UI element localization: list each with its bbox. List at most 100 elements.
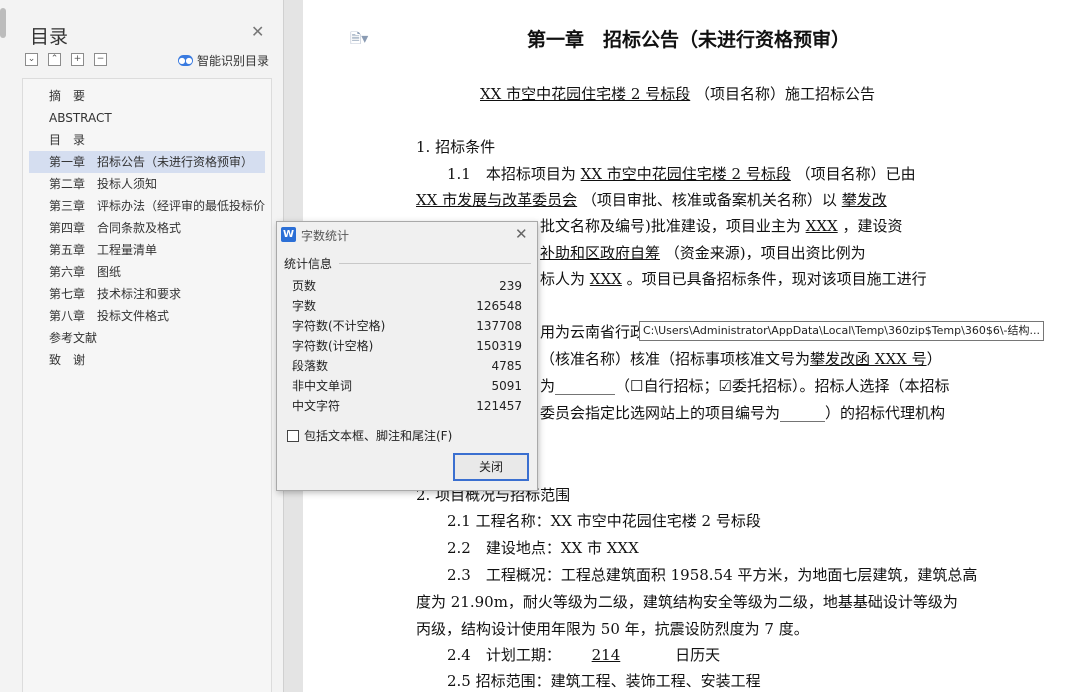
section-divider — [339, 263, 531, 264]
toc-item[interactable]: 第三章 评标办法（经评审的最低投标价法） — [29, 195, 265, 217]
paragraph-line: 2.5 招标范围：建筑工程、装饰工程、安装工程 — [447, 672, 761, 690]
text-run: （资金来源)，项目出资比例为 — [664, 244, 866, 262]
text-run: （项目名称）已由 — [795, 165, 916, 183]
paragraph-line: 2.3 工程概况：工程总建筑面积 1958.54 平方米，为地面七层建筑，建筑总… — [447, 566, 978, 584]
smart-toc-button[interactable]: ●● 智能识别目录 — [178, 52, 269, 69]
toc-item[interactable]: 第五章 工程量清单 — [29, 239, 265, 261]
smart-toc-label: 智能识别目录 — [197, 54, 270, 68]
outline-toolbar: ⌄ ⌃ + − — [25, 53, 107, 66]
paragraph-line: （核准名称）核准（招标事项核准文号为攀发改函 XXX 号） — [540, 348, 942, 369]
add-heading-icon[interactable]: + — [71, 53, 84, 66]
announcement-title-rest: （项目名称）施工招标公告 — [695, 85, 876, 103]
stat-row: 字符数(不计空格) 137708 — [292, 316, 522, 336]
dialog-titlebar[interactable]: W 字数统计 ✕ — [277, 222, 537, 248]
expand-icon[interactable]: ⌃ — [48, 53, 61, 66]
stat-value: 5091 — [491, 379, 522, 393]
include-textboxes-checkbox[interactable]: 包括文本框、脚注和尾注(F) — [287, 427, 452, 444]
stat-label: 字符数(计空格) — [292, 339, 374, 353]
paragraph-line: 用为云南省行政 — [540, 323, 646, 341]
tenderer-name: XXX — [589, 270, 622, 288]
chapter-title: 第一章 招标公告（未进行资格预审） — [527, 29, 851, 51]
stat-row: 中文字符 121457 — [292, 396, 522, 416]
close-icon[interactable]: ✕ — [515, 225, 528, 243]
approval-authority: XX 市发展与改革委员会 — [416, 191, 578, 209]
stat-label: 段落数 — [292, 359, 329, 373]
text-run: 1.1 本招标项目为 — [447, 165, 576, 183]
paragraph-line: 2.2 建设地点：XX 市 XXX — [447, 539, 639, 557]
project-name: XX 市空中花园住宅楼 2 号标段 — [580, 165, 791, 183]
text-run: （核准名称）核准（招标事项核准文号为 — [540, 350, 811, 368]
outline-pane: 目录 ✕ ⌄ ⌃ + − ●● 智能识别目录 摘 要 ABSTRACT 目 录 … — [0, 0, 283, 692]
stat-label: 字符数(不计空格) — [292, 319, 386, 333]
paragraph-line: 度为 21.90m，耐火等级为二级，建筑结构安全等级为二级，地基基础设计等级为 — [416, 593, 958, 611]
toc-item[interactable]: ABSTRACT — [29, 107, 265, 129]
toc-item[interactable]: 参考文献 — [29, 327, 265, 349]
text-run: 为________（ — [540, 377, 631, 395]
duration-days: 214 — [591, 646, 621, 664]
toc-item[interactable]: 第二章 投标人须知 — [29, 173, 265, 195]
owner-name: XXX — [805, 217, 838, 235]
outline-scroll-handle[interactable] — [0, 8, 6, 38]
paragraph-line: 批文名称及编号)批准建设，项目业主为 XXX ，建设资 — [540, 215, 902, 236]
paragraph-line: 标人为 XXX 。项目已具备招标条件，现对该项目施工进行 — [540, 268, 927, 289]
checkbox-box[interactable] — [287, 429, 299, 442]
approval-doc-number: 攀发改函 XXX 号 — [810, 350, 927, 368]
stat-label: 页数 — [292, 279, 317, 293]
paragraph-line: 补助和区政府自筹 （资金来源)，项目出资比例为 — [540, 242, 866, 263]
text-run: 批文名称及编号)批准建设，项目业主为 — [540, 217, 801, 235]
path-tooltip: C:\Users\Administrator\AppData\Local\Tem… — [639, 321, 1044, 341]
smart-toc-icon: ●● — [178, 55, 193, 66]
stat-value: 4785 — [491, 359, 522, 373]
close-icon[interactable]: ✕ — [251, 22, 264, 41]
dialog-title: 字数统计 — [301, 229, 350, 243]
outline-title: 目录 — [30, 26, 69, 48]
paragraph-line: 1.1 本招标项目为 XX 市空中花园住宅楼 2 号标段 （项目名称）已由 — [447, 163, 916, 184]
toc-item[interactable]: 致 谢 — [29, 349, 265, 371]
paragraph-line: 为________（☐自行招标；☑委托招标）。招标人选择（本招标 — [540, 375, 949, 396]
stat-label: 中文字符 — [292, 399, 341, 413]
stat-row: 非中文单词 5091 — [292, 376, 522, 396]
wps-writer-icon: W — [281, 227, 296, 242]
toc-item-selected[interactable]: 第一章 招标公告（未进行资格预审） — [29, 151, 265, 173]
toc-item[interactable]: 第八章 投标文件格式 — [29, 305, 265, 327]
stats-section-label: 统计信息 — [284, 257, 333, 271]
remove-heading-icon[interactable]: − — [94, 53, 107, 66]
toc-item[interactable]: 摘 要 — [29, 85, 265, 107]
checkbox-glyph: ☑ — [718, 377, 732, 395]
paragraph-line: XX 市发展与改革委员会 （项目审批、核准或备案机关名称）以 攀发改 — [416, 189, 887, 210]
paragraph-line: 2.4 计划工期： 214 日历天 — [447, 644, 720, 665]
checkbox-glyph: ☐ — [630, 377, 644, 395]
checkbox-label: 包括文本框、脚注和尾注(F) — [304, 429, 453, 443]
stat-value: 121457 — [476, 399, 522, 413]
toc-item[interactable]: 目 录 — [29, 129, 265, 151]
announcement-title: XX 市空中花园住宅楼 2 号标段 （项目名称）施工招标公告 — [480, 83, 875, 104]
toc-item[interactable]: 第七章 技术标注和要求 — [29, 283, 265, 305]
text-run: ，建设资 — [842, 217, 903, 235]
stat-value: 137708 — [476, 319, 522, 333]
fund-source: 补助和区政府自筹 — [540, 244, 661, 262]
text-run: 日历天 — [675, 646, 721, 664]
stat-label: 非中文单词 — [292, 379, 353, 393]
paragraph-line: 委员会指定比选网站上的项目编号为______）的招标代理机构 — [540, 404, 946, 422]
word-count-dialog: W 字数统计 ✕ 统计信息 页数 239 字数 126548 字符数(不计空格)… — [276, 221, 538, 491]
stat-label: 字数 — [292, 299, 317, 313]
stat-value: 239 — [499, 279, 522, 293]
outline-list: 摘 要 ABSTRACT 目 录 第一章 招标公告（未进行资格预审） 第二章 投… — [22, 78, 272, 692]
stat-row: 段落数 4785 — [292, 356, 522, 376]
text-run: 2.4 计划工期： — [447, 646, 561, 664]
text-run: 。项目已具备招标条件，现对该项目施工进行 — [626, 270, 927, 288]
toc-item[interactable]: 第四章 合同条款及格式 — [29, 217, 265, 239]
approval-number: 攀发改 — [841, 191, 887, 209]
page-icon[interactable]: 🗎▾ — [350, 28, 368, 52]
stat-row: 页数 239 — [292, 276, 522, 296]
project-name: XX 市空中花园住宅楼 2 号标段 — [480, 85, 691, 103]
stat-value: 150319 — [476, 339, 522, 353]
collapse-icon[interactable]: ⌄ — [25, 53, 38, 66]
stat-value: 126548 — [476, 299, 522, 313]
text-run: 标人为 — [540, 270, 586, 288]
toc-item[interactable]: 第六章 图纸 — [29, 261, 265, 283]
close-button[interactable]: 关闭 — [453, 453, 529, 481]
stat-row: 字符数(计空格) 150319 — [292, 336, 522, 356]
text-run: 自行招标； — [643, 377, 719, 395]
text-run: 委托招标）。招标人选择（本招标 — [731, 377, 950, 395]
